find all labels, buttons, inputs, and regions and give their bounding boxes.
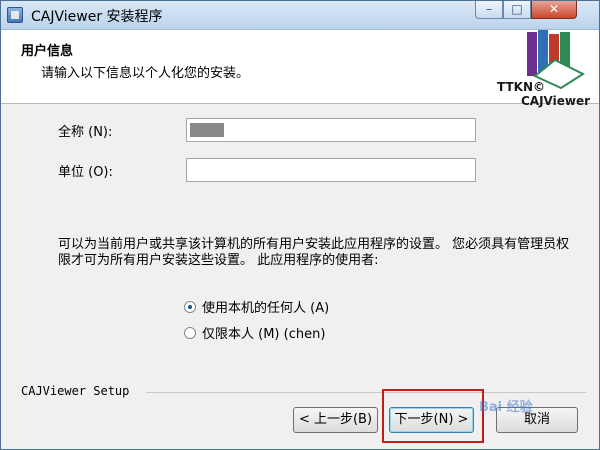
installer-window: CAJViewer 安装程序 – □ ✕ 用户信息 请输入以下信息以个人化您的安… — [0, 0, 600, 450]
title-bar[interactable]: CAJViewer 安装程序 – □ ✕ — [1, 1, 599, 30]
radio-label-only-me: 仅限本人 (M) (chen) — [202, 327, 326, 342]
logo-text-ttkn: TTKN© — [497, 80, 545, 94]
install-scope-description: 可以为当前用户或共享该计算机的所有用户安装此应用程序的设置。 您必须具有管理员权… — [58, 237, 570, 268]
setup-footer-label: CAJViewer Setup — [21, 384, 130, 398]
full-name-input[interactable] — [186, 118, 476, 142]
radio-button-only-me[interactable] — [184, 326, 196, 339]
page-subtitle: 请输入以下信息以个人化您的安装。 — [41, 66, 250, 81]
minimize-button[interactable]: – — [475, 1, 503, 19]
header-panel: 用户信息 请输入以下信息以个人化您的安装。 TTKN© CAJViewer — [1, 30, 599, 108]
radio-label-anyone: 使用本机的任何人 (A) — [202, 301, 330, 316]
footer-divider — [146, 392, 586, 393]
organization-input[interactable] — [186, 158, 476, 182]
window-title: CAJViewer 安装程序 — [31, 9, 163, 25]
organization-label: 单位 (O): — [58, 165, 113, 180]
book-purple — [527, 32, 537, 76]
radio-button-anyone[interactable] — [184, 300, 196, 313]
logo-text-cajviewer: CAJViewer — [521, 94, 591, 108]
next-button[interactable]: 下一步(N) > — [389, 407, 474, 433]
back-button[interactable]: < 上一步(B) — [293, 407, 378, 433]
page-title: 用户信息 — [21, 44, 74, 59]
close-button[interactable]: ✕ — [531, 1, 577, 19]
baidu-watermark: Bai 经验 — [479, 400, 533, 415]
installer-app-icon — [7, 7, 23, 23]
radio-option-only-me[interactable]: 仅限本人 (M) (chen) — [184, 323, 325, 342]
radio-option-anyone[interactable]: 使用本机的任何人 (A) — [184, 297, 329, 316]
maximize-button[interactable]: □ — [503, 1, 531, 19]
full-name-label: 全称 (N): — [58, 125, 113, 140]
